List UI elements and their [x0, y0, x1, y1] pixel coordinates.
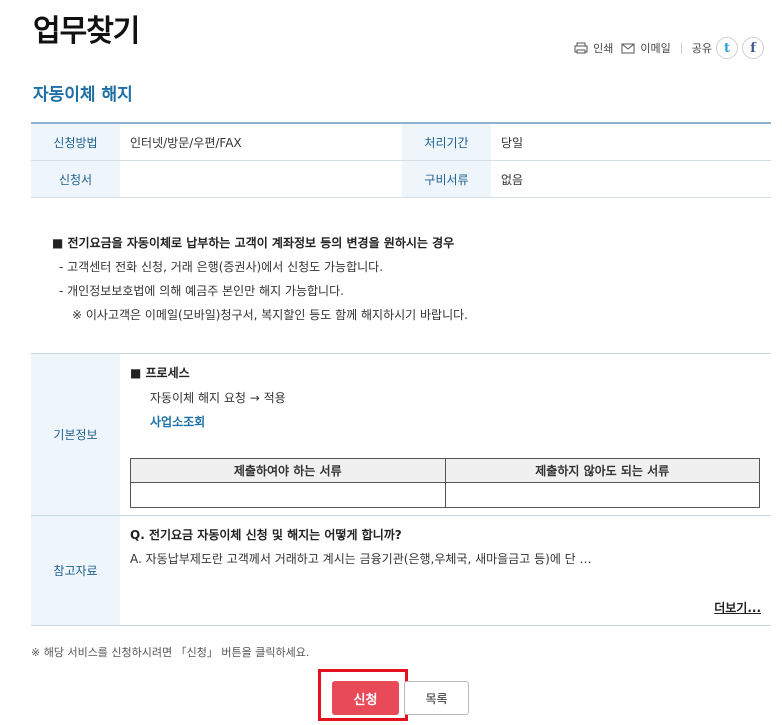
process-heading: ■ 프로세스: [130, 366, 190, 380]
period-value: 당일: [501, 135, 524, 150]
notice-line: - 개인정보보호법에 의해 예금주 본인만 해지 가능합니다.: [59, 284, 344, 298]
optional-docs-cell: [444, 482, 760, 508]
twitter-icon: t: [723, 40, 730, 56]
print-label: 인쇄: [593, 42, 614, 55]
notice-line: ※ 이사고객은 이메일(모바일)청구서, 복지할인 등도 함께 해지하시기 바랍…: [72, 308, 468, 322]
email-link[interactable]: 이메일: [621, 40, 671, 56]
form-value: [120, 161, 402, 197]
more-link[interactable]: 더보기...: [714, 599, 761, 616]
envelope-icon: [621, 43, 635, 53]
page-title: 업무찾기: [33, 14, 140, 49]
twitter-share-button[interactable]: t: [716, 37, 738, 59]
basic-info-row: 기본정보 ■ 프로세스 자동이체 해지 요청 → 적용 사업소조회 제출하여야 …: [31, 354, 771, 516]
required-docs-header: 제출하여야 하는 서류: [130, 458, 446, 483]
office-lookup-link[interactable]: 사업소조회: [150, 413, 205, 430]
reference-label: 참고자료: [31, 516, 120, 625]
divider: [680, 42, 682, 54]
faq-answer: A. 자동납부제도란 고객께서 거래하고 계시는 금융기관(은행,우체국, 새마…: [130, 552, 592, 566]
detail-table: 기본정보 ■ 프로세스 자동이체 해지 요청 → 적용 사업소조회 제출하여야 …: [31, 353, 771, 626]
documents-table: 제출하여야 하는 서류 제출하지 않아도 되는 서류: [130, 458, 760, 508]
footer-note: ※ 해당 서비스를 신청하시려면 「신청」 버튼을 클릭하세요.: [31, 646, 310, 659]
required-docs-cell: [130, 482, 446, 508]
utility-bar: 인쇄 이메일 공유 t f: [566, 36, 764, 60]
share-label-wrap: 공유: [692, 40, 712, 56]
optional-docs-header: 제출하지 않아도 되는 서류: [444, 458, 760, 483]
notice-box: ■ 전기요금을 자동이체로 납부하는 고객이 계좌정보 등의 변경을 원하시는 …: [52, 231, 468, 327]
sub-title: 자동이체 해지: [33, 85, 133, 105]
share-label: 공유: [691, 42, 712, 55]
period-label: 처리기간: [402, 124, 491, 160]
process-step: 자동이체 해지 요청 → 적용: [150, 391, 286, 405]
basic-info-content: ■ 프로세스 자동이체 해지 요청 → 적용 사업소조회 제출하여야 하는 서류…: [120, 354, 771, 515]
method-label: 신청방법: [31, 124, 120, 160]
reference-row: 참고자료 Q. 전기요금 자동이체 신청 및 해지는 어떻게 합니까? A. 자…: [31, 516, 771, 626]
summary-table: 신청방법 인터넷/방문/우편/FAX 처리기간 당일 신청서 구비서류 없음: [31, 122, 771, 198]
faq-question: Q. 전기요금 자동이체 신청 및 해지는 어떻게 합니까?: [130, 528, 402, 542]
print-icon: [574, 42, 588, 54]
docs-value: 없음: [501, 172, 524, 187]
reference-content: Q. 전기요금 자동이체 신청 및 해지는 어떻게 합니까? A. 자동납부제도…: [120, 516, 771, 625]
facebook-share-button[interactable]: f: [742, 37, 764, 59]
email-label: 이메일: [640, 42, 671, 55]
docs-label: 구비서류: [402, 161, 491, 197]
notice-head: ■ 전기요금을 자동이체로 납부하는 고객이 계좌정보 등의 변경을 원하시는 …: [52, 236, 455, 250]
method-value: 인터넷/방문/우편/FAX: [130, 135, 242, 150]
print-link[interactable]: 인쇄: [574, 40, 613, 56]
list-button[interactable]: 목록: [404, 681, 469, 715]
facebook-icon: f: [750, 40, 756, 56]
notice-line: - 고객센터 전화 신청, 거래 은행(증권사)에서 신청도 가능합니다.: [59, 260, 384, 274]
form-label: 신청서: [31, 161, 120, 197]
apply-button[interactable]: 신청: [332, 681, 399, 715]
basic-info-label: 기본정보: [31, 354, 120, 515]
summary-row: 신청방법 인터넷/방문/우편/FAX 처리기간 당일: [31, 124, 771, 161]
summary-row: 신청서 구비서류 없음: [31, 161, 771, 198]
